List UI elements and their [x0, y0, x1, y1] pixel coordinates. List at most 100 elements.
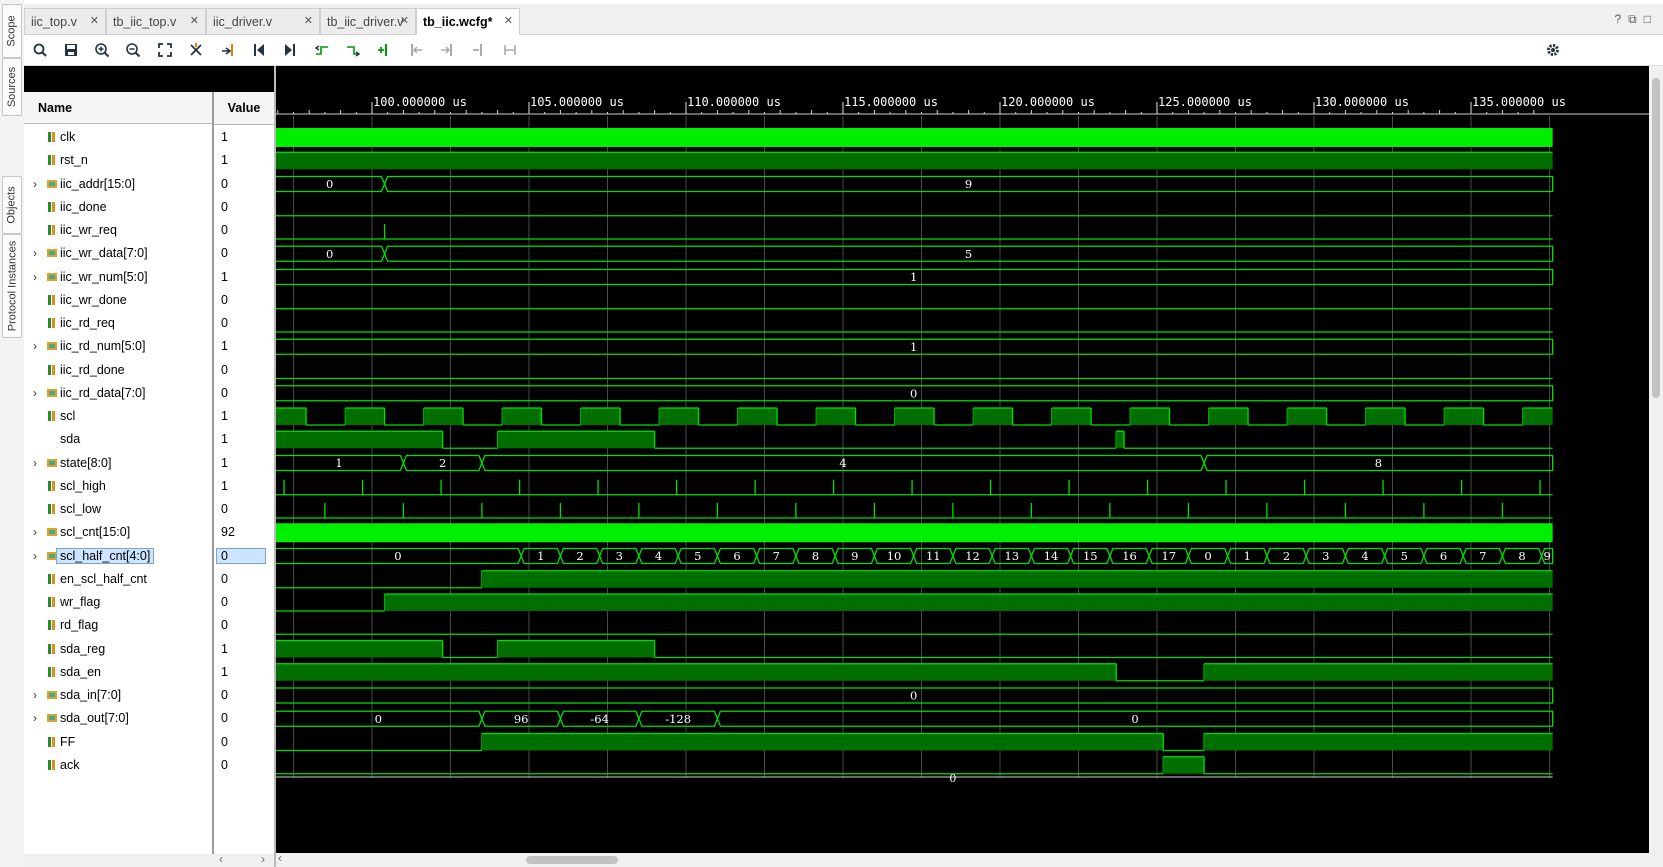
expand-chevron-icon[interactable]: › [33, 177, 37, 191]
expand-chevron-icon[interactable]: › [33, 270, 37, 284]
expand-chevron-icon[interactable]: › [33, 549, 37, 563]
bus-value-label: 1 [1244, 549, 1251, 563]
expand-chevron-icon[interactable]: › [33, 688, 37, 702]
signal-row[interactable]: rst_n 1 [24, 149, 274, 172]
close-icon[interactable]: ✕ [400, 14, 409, 27]
expand-chevron-icon[interactable]: › [33, 456, 37, 470]
tab-tb-iic-driver[interactable]: tb_iic_driver.v ✕ [320, 8, 416, 34]
vertical-scroll-thumb[interactable] [1652, 78, 1660, 398]
expand-chevron-icon[interactable]: › [33, 386, 37, 400]
horizontal-scroll-thumb[interactable] [526, 856, 618, 864]
signal-value: 1 [221, 455, 228, 470]
search-icon[interactable] [30, 40, 50, 60]
protocol-instances-tab[interactable]: Protocol Instances [2, 234, 22, 338]
signal-row[interactable]: › iic_rd_data[7:0] 0 [24, 382, 274, 405]
snap-to-transition-icon[interactable] [500, 40, 520, 60]
signal-row[interactable]: › iic_rd_num[5:0] 1 [24, 335, 274, 358]
signal-row[interactable]: iic_rd_done 0 [24, 359, 274, 382]
signal-row[interactable]: › sda_in[7:0] 0 [24, 684, 274, 707]
signal-row[interactable]: iic_wr_req 0 [24, 219, 274, 242]
bus-value-label: 6 [1440, 549, 1447, 563]
signal-row[interactable]: wr_flag 0 [24, 591, 274, 614]
signal-row[interactable]: › sda_out[7:0] 0 [24, 707, 274, 730]
settings-icon[interactable] [1543, 40, 1563, 60]
next-marker-icon[interactable] [437, 40, 457, 60]
swap-cursors-icon[interactable] [469, 40, 489, 60]
zoom-out-icon[interactable] [123, 40, 143, 60]
scroll-right-icon[interactable]: › [261, 852, 265, 866]
waveform-canvas[interactable]: 100.000000 us 105.000000 us 110.000000 us 1… [276, 66, 1663, 867]
sources-tab[interactable]: Sources [2, 58, 22, 116]
signal-row[interactable]: › iic_wr_num[5:0] 1 [24, 266, 274, 289]
signal-row[interactable]: › scl_cnt[15:0] 92 [24, 521, 274, 544]
signal-row[interactable]: iic_wr_done 0 [24, 289, 274, 312]
maximize-icon[interactable]: □ [1644, 12, 1651, 26]
signal-row[interactable]: clk 1 [24, 126, 274, 149]
close-icon[interactable]: ✕ [504, 14, 513, 27]
tab-tb-iic-wcfg[interactable]: tb_iic.wcfg* ✕ [416, 8, 520, 35]
save-icon[interactable] [61, 40, 81, 60]
signal-name: wr_flag [60, 595, 101, 609]
signal-row[interactable]: sda_reg 1 [24, 638, 274, 661]
wave-fill [1522, 408, 1553, 425]
value-column-header[interactable]: Value [214, 92, 274, 125]
name-column-header[interactable]: Name [24, 92, 212, 124]
signal-row[interactable]: iic_done 0 [24, 196, 274, 219]
go-to-cursor-icon[interactable] [218, 40, 238, 60]
signal-row[interactable]: scl 1 [24, 405, 274, 428]
signal-icon [48, 504, 55, 514]
objects-tab[interactable]: Objects [2, 176, 22, 234]
go-to-start-icon[interactable] [249, 40, 269, 60]
signal-row[interactable]: › scl_half_cnt[4:0] 0 [24, 545, 274, 568]
previous-transition-icon[interactable] [312, 40, 332, 60]
signal-row[interactable]: › state[8:0] 1 [24, 452, 274, 475]
signal-row[interactable]: scl_high 1 [24, 475, 274, 498]
expand-chevron-icon[interactable]: › [33, 246, 37, 260]
add-marker-icon[interactable] [374, 40, 394, 60]
tab-tb-iic-top[interactable]: tb_iic_top.v ✕ [106, 8, 206, 34]
close-icon[interactable]: ✕ [304, 14, 313, 27]
signal-row[interactable]: en_scl_half_cnt 0 [24, 568, 274, 591]
expand-chevron-icon[interactable]: › [33, 525, 37, 539]
restore-icon[interactable]: ⧉ [1628, 12, 1637, 26]
signal-row[interactable]: sda_en 1 [24, 661, 274, 684]
signal-value: 1 [221, 478, 228, 493]
signal-list-scrollbar[interactable]: ‹ › [24, 852, 274, 867]
scroll-left-icon[interactable]: ‹ [219, 852, 223, 866]
signal-icon [48, 364, 55, 375]
signal-value: 1 [221, 409, 228, 423]
tab-iic-driver[interactable]: iic_driver.v ✕ [206, 8, 320, 34]
signal-value: 0 [221, 688, 228, 702]
vertical-scrollbar[interactable] [1649, 66, 1663, 853]
horizontal-scrollbar[interactable]: ‹ [276, 851, 1663, 867]
bus-value-label: 1 [910, 270, 917, 284]
go-to-end-icon[interactable] [280, 40, 300, 60]
signal-row[interactable]: FF 0 [24, 731, 274, 754]
signal-row[interactable]: sda 1 [24, 428, 274, 451]
wave-fill [276, 640, 443, 658]
expand-chevron-icon[interactable]: › [33, 711, 37, 725]
expand-chevron-icon[interactable]: › [33, 339, 37, 353]
signal-icon [48, 480, 55, 491]
close-icon[interactable]: ✕ [190, 14, 199, 27]
signal-row[interactable]: › iic_addr[15:0] 0 [24, 173, 274, 196]
signal-row[interactable]: iic_rd_req 0 [24, 312, 274, 335]
zoom-in-icon[interactable] [92, 40, 112, 60]
time-label: 100.000000 us [373, 95, 467, 109]
previous-marker-icon[interactable] [406, 40, 426, 60]
tab-iic-top[interactable]: iic_top.v ✕ [24, 8, 106, 34]
wave-fill [580, 408, 621, 425]
signal-row[interactable]: ack 0 [24, 754, 274, 777]
signal-row[interactable]: › iic_wr_data[7:0] 0 [24, 242, 274, 265]
close-icon[interactable]: ✕ [90, 14, 99, 27]
help-icon[interactable]: ? [1614, 12, 1621, 26]
tab-label: iic_driver.v [213, 14, 273, 29]
signal-row[interactable]: rd_flag 0 [24, 614, 274, 637]
signal-icon [48, 201, 55, 212]
scroll-left-icon[interactable]: ‹ [278, 851, 282, 865]
signal-row[interactable]: scl_low 0 [24, 498, 274, 521]
next-transition-icon[interactable] [343, 40, 363, 60]
scope-tab[interactable]: Scope [2, 4, 22, 58]
cursor-icon[interactable] [186, 40, 206, 60]
zoom-fit-icon[interactable] [155, 40, 175, 60]
